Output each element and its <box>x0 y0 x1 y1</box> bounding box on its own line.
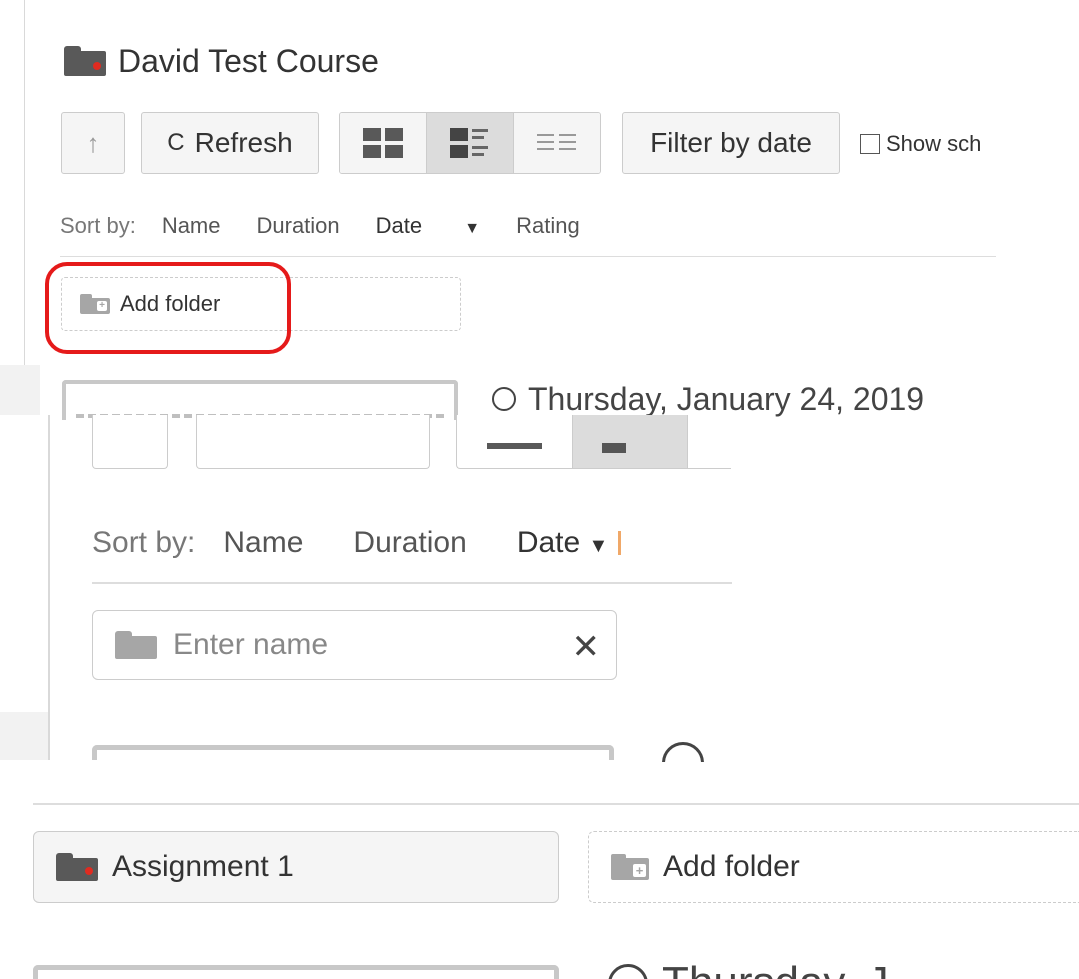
view-mode-group <box>339 112 601 174</box>
list-view-button[interactable] <box>514 113 600 173</box>
left-divider <box>24 0 25 415</box>
divider <box>60 256 996 257</box>
folder-name: Assignment 1 <box>112 850 294 883</box>
refresh-label: Refresh <box>194 127 293 158</box>
folder-name-placeholder: Enter name <box>173 628 329 661</box>
arrow-up-icon: ↑ <box>86 127 100 158</box>
view-mode-group-zoomed[interactable] <box>456 415 731 469</box>
sort-label: Sort by: <box>60 213 136 238</box>
refresh-button-zoomed[interactable] <box>196 415 430 469</box>
add-folder-icon: + <box>611 854 649 880</box>
rating-edge <box>618 531 622 555</box>
checkbox-icon[interactable] <box>860 134 880 154</box>
up-button[interactable]: ↑ <box>61 112 125 174</box>
session-date-row: Thursday, J <box>608 958 1079 979</box>
sort-duration[interactable]: Duration <box>353 526 466 560</box>
session-date: Thursday, January 24, 2019 <box>528 380 925 417</box>
left-divider-zoomed <box>48 415 50 760</box>
add-folder-button[interactable]: + Add folder <box>588 831 1079 903</box>
show-checkbox-row[interactable]: Show sch <box>860 122 1000 166</box>
radio-icon[interactable] <box>662 742 712 762</box>
detail-list-icon <box>450 128 488 158</box>
caret-down-icon: ▼ <box>464 220 481 237</box>
show-label: Show sch <box>886 131 982 156</box>
divider <box>33 803 1079 805</box>
session-thumbnail[interactable] <box>62 380 458 420</box>
folder-icon <box>64 46 106 76</box>
page-title: David Test Course <box>64 36 379 86</box>
highlight-annotation <box>45 262 291 354</box>
close-icon[interactable]: ✕ <box>572 627 601 667</box>
sort-label: Sort by: <box>92 526 196 559</box>
left-gutter <box>0 365 40 415</box>
thumbnail-view-button[interactable] <box>340 113 427 173</box>
course-title: David Test Course <box>118 42 379 79</box>
session-thumbnail-zoomed[interactable] <box>92 745 614 760</box>
filter-label: Filter by date <box>650 127 812 158</box>
left-gutter-zoomed <box>0 712 48 760</box>
radio-icon[interactable] <box>492 387 516 411</box>
folder-item-assignment[interactable]: Assignment 1 <box>33 831 559 903</box>
thumbnail-grid-icon <box>363 128 403 158</box>
session-thumbnail[interactable] <box>33 965 559 979</box>
sort-bar: Sort by: Name Duration Date ▼ Rating <box>60 208 616 244</box>
session-date: Thursday, J <box>662 958 889 979</box>
refresh-icon: C <box>167 129 185 156</box>
divider <box>92 582 732 584</box>
sort-name[interactable]: Name <box>223 526 303 560</box>
folder-icon <box>115 631 157 659</box>
detail-view-button[interactable] <box>427 113 514 173</box>
sort-date[interactable]: Date ▼ <box>517 526 609 560</box>
add-folder-label: Add folder <box>663 850 800 883</box>
refresh-button[interactable]: C Refresh <box>141 112 319 174</box>
folder-name-input[interactable]: Enter name ✕ <box>92 610 617 680</box>
caret-down-icon: ▼ <box>588 535 609 557</box>
folder-icon <box>56 853 98 881</box>
sort-name[interactable]: Name <box>162 213 221 239</box>
up-button-zoomed[interactable] <box>92 415 168 469</box>
sort-date[interactable]: Date ▼ <box>376 213 480 239</box>
sort-bar-zoomed: Sort by: Name Duration Date ▼ <box>92 520 622 566</box>
compact-list-icon <box>537 134 576 150</box>
radio-icon[interactable] <box>608 964 648 979</box>
sort-duration[interactable]: Duration <box>257 213 340 239</box>
sort-rating[interactable]: Rating <box>516 213 580 239</box>
filter-by-date-button[interactable]: Filter by date <box>622 112 840 174</box>
